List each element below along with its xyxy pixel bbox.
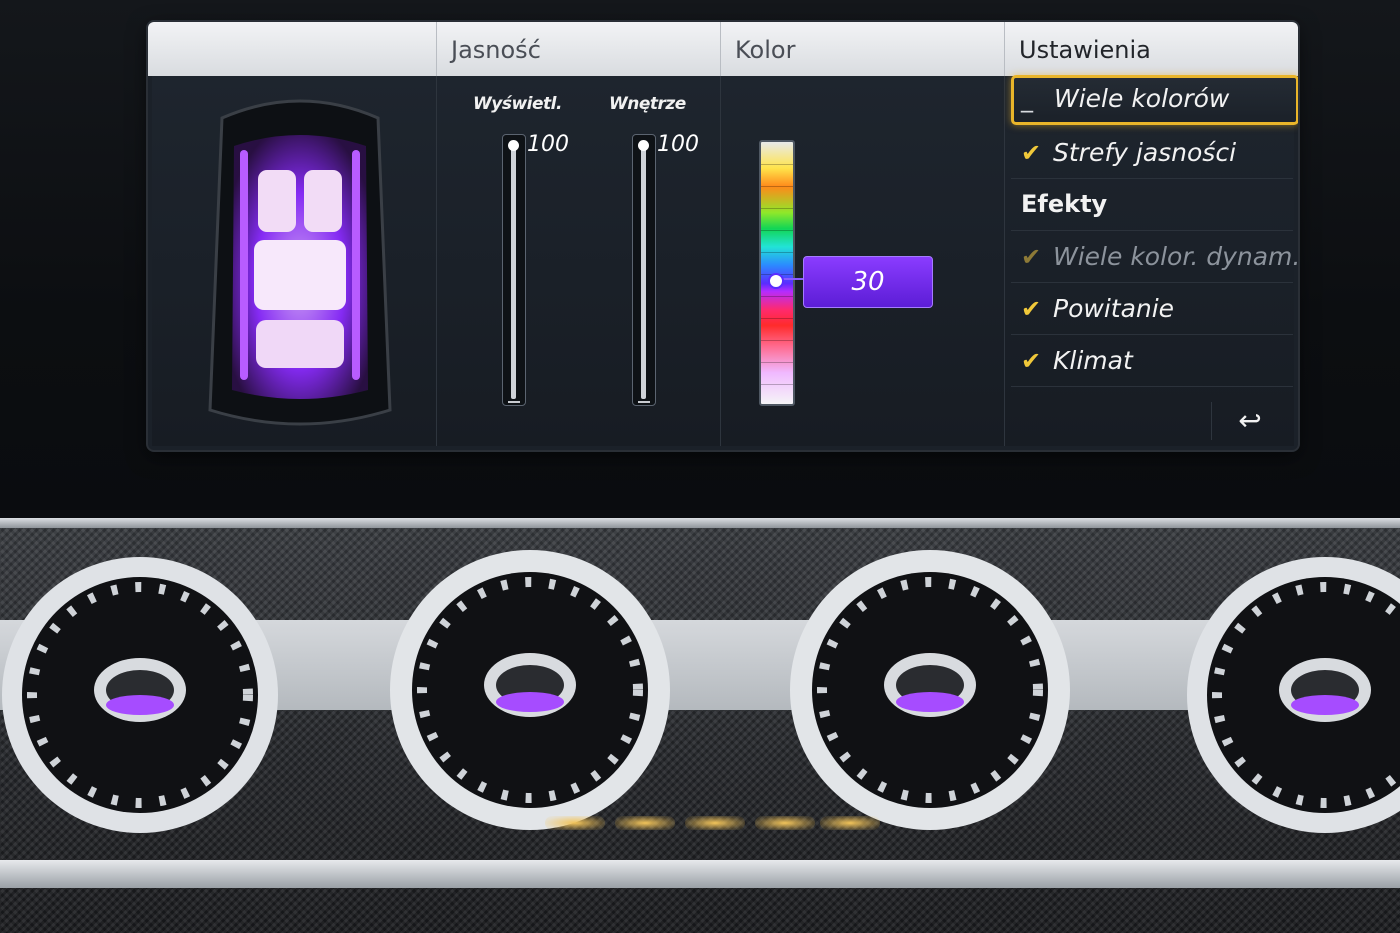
- checkbox-empty-icon: _: [1021, 85, 1033, 113]
- chrome-trim-bottom: [0, 860, 1400, 888]
- display-brightness-value: 100: [527, 132, 569, 157]
- tab-color-label: Kolor: [735, 36, 796, 64]
- option-welcome[interactable]: ✔ Powitanie: [1011, 284, 1293, 335]
- air-vent-3[interactable]: [780, 540, 1080, 840]
- air-vent-4[interactable]: [1175, 545, 1400, 845]
- content-area: Wyświetl. Wnętrze 100 100 30 _ Wiele kol…: [152, 75, 1298, 446]
- slider-label-interior: Wnętrze: [609, 94, 686, 114]
- tab-brightness[interactable]: Jasność: [436, 22, 721, 76]
- interior-brightness-value: 100: [657, 132, 699, 157]
- interior-brightness-fill: [641, 147, 646, 399]
- color-slider-knob[interactable]: [768, 273, 784, 289]
- option-multi-color[interactable]: _ Wiele kolorów: [1011, 75, 1298, 125]
- back-arrow-icon: ↩: [1238, 404, 1262, 437]
- option-multi-color-label: Wiele kolorów: [1054, 84, 1230, 113]
- option-brightness-zones-label: Strefy jasności: [1053, 138, 1237, 167]
- air-vent-1[interactable]: [0, 545, 290, 845]
- back-button[interactable]: ↩: [1211, 402, 1288, 440]
- ambient-lighting-screen: Jasność Kolor Ustawienia Wyświetl. Wnętr…: [148, 22, 1298, 450]
- checkmark-icon: ✔: [1021, 139, 1042, 167]
- header-bar: Jasność Kolor Ustawienia: [148, 22, 1298, 76]
- display-brightness-fill: [511, 147, 516, 399]
- air-vent-2[interactable]: [380, 540, 680, 840]
- checkmark-icon: ✔: [1021, 295, 1042, 323]
- section-effects-label: Efekty: [1021, 190, 1108, 218]
- tab-settings[interactable]: Ustawienia: [1004, 22, 1298, 76]
- chrome-trim-top: [0, 518, 1400, 528]
- slider-label-display: Wyświetl.: [473, 94, 562, 114]
- ambient-light-strip: [615, 816, 675, 830]
- option-welcome-label: Powitanie: [1053, 294, 1175, 323]
- option-climate[interactable]: ✔ Klimat: [1011, 336, 1293, 387]
- ambient-light-strip: [685, 816, 745, 830]
- interior-brightness-knob[interactable]: [638, 140, 649, 151]
- display-brightness-knob[interactable]: [508, 140, 519, 151]
- checkmark-icon: ✔: [1021, 347, 1042, 375]
- interior-brightness-slider[interactable]: [632, 134, 656, 406]
- ambient-light-strip: [545, 816, 605, 830]
- option-multi-color-dynamic: ✔ Wiele kolor. dynam.: [1011, 232, 1298, 283]
- section-effects: Efekty: [1011, 180, 1293, 231]
- settings-panel: _ Wiele kolorów ✔ Strefy jasności Efekty…: [1004, 75, 1298, 446]
- car-preview-panel: [152, 76, 436, 446]
- color-panel: 30: [720, 76, 1005, 446]
- option-multi-color-dynamic-label: Wiele kolor. dynam.: [1053, 242, 1298, 271]
- car-top-view: [200, 90, 400, 440]
- color-value-display: 30: [803, 256, 933, 308]
- tab-empty: [148, 22, 436, 76]
- option-climate-label: Klimat: [1053, 346, 1133, 375]
- minus-icon: [638, 401, 650, 403]
- tab-settings-label: Ustawienia: [1019, 36, 1151, 64]
- minus-icon: [508, 401, 520, 403]
- tab-color[interactable]: Kolor: [720, 22, 1005, 76]
- checkmark-icon: ✔: [1021, 243, 1042, 271]
- display-brightness-slider[interactable]: [502, 134, 526, 406]
- ambient-light-strip: [755, 816, 815, 830]
- option-brightness-zones[interactable]: ✔ Strefy jasności: [1011, 128, 1293, 179]
- car-illustration: [208, 99, 392, 426]
- ambient-light-strip: [820, 816, 880, 830]
- tab-brightness-label: Jasność: [451, 36, 541, 64]
- brightness-panel: Wyświetl. Wnętrze 100 100: [436, 76, 721, 446]
